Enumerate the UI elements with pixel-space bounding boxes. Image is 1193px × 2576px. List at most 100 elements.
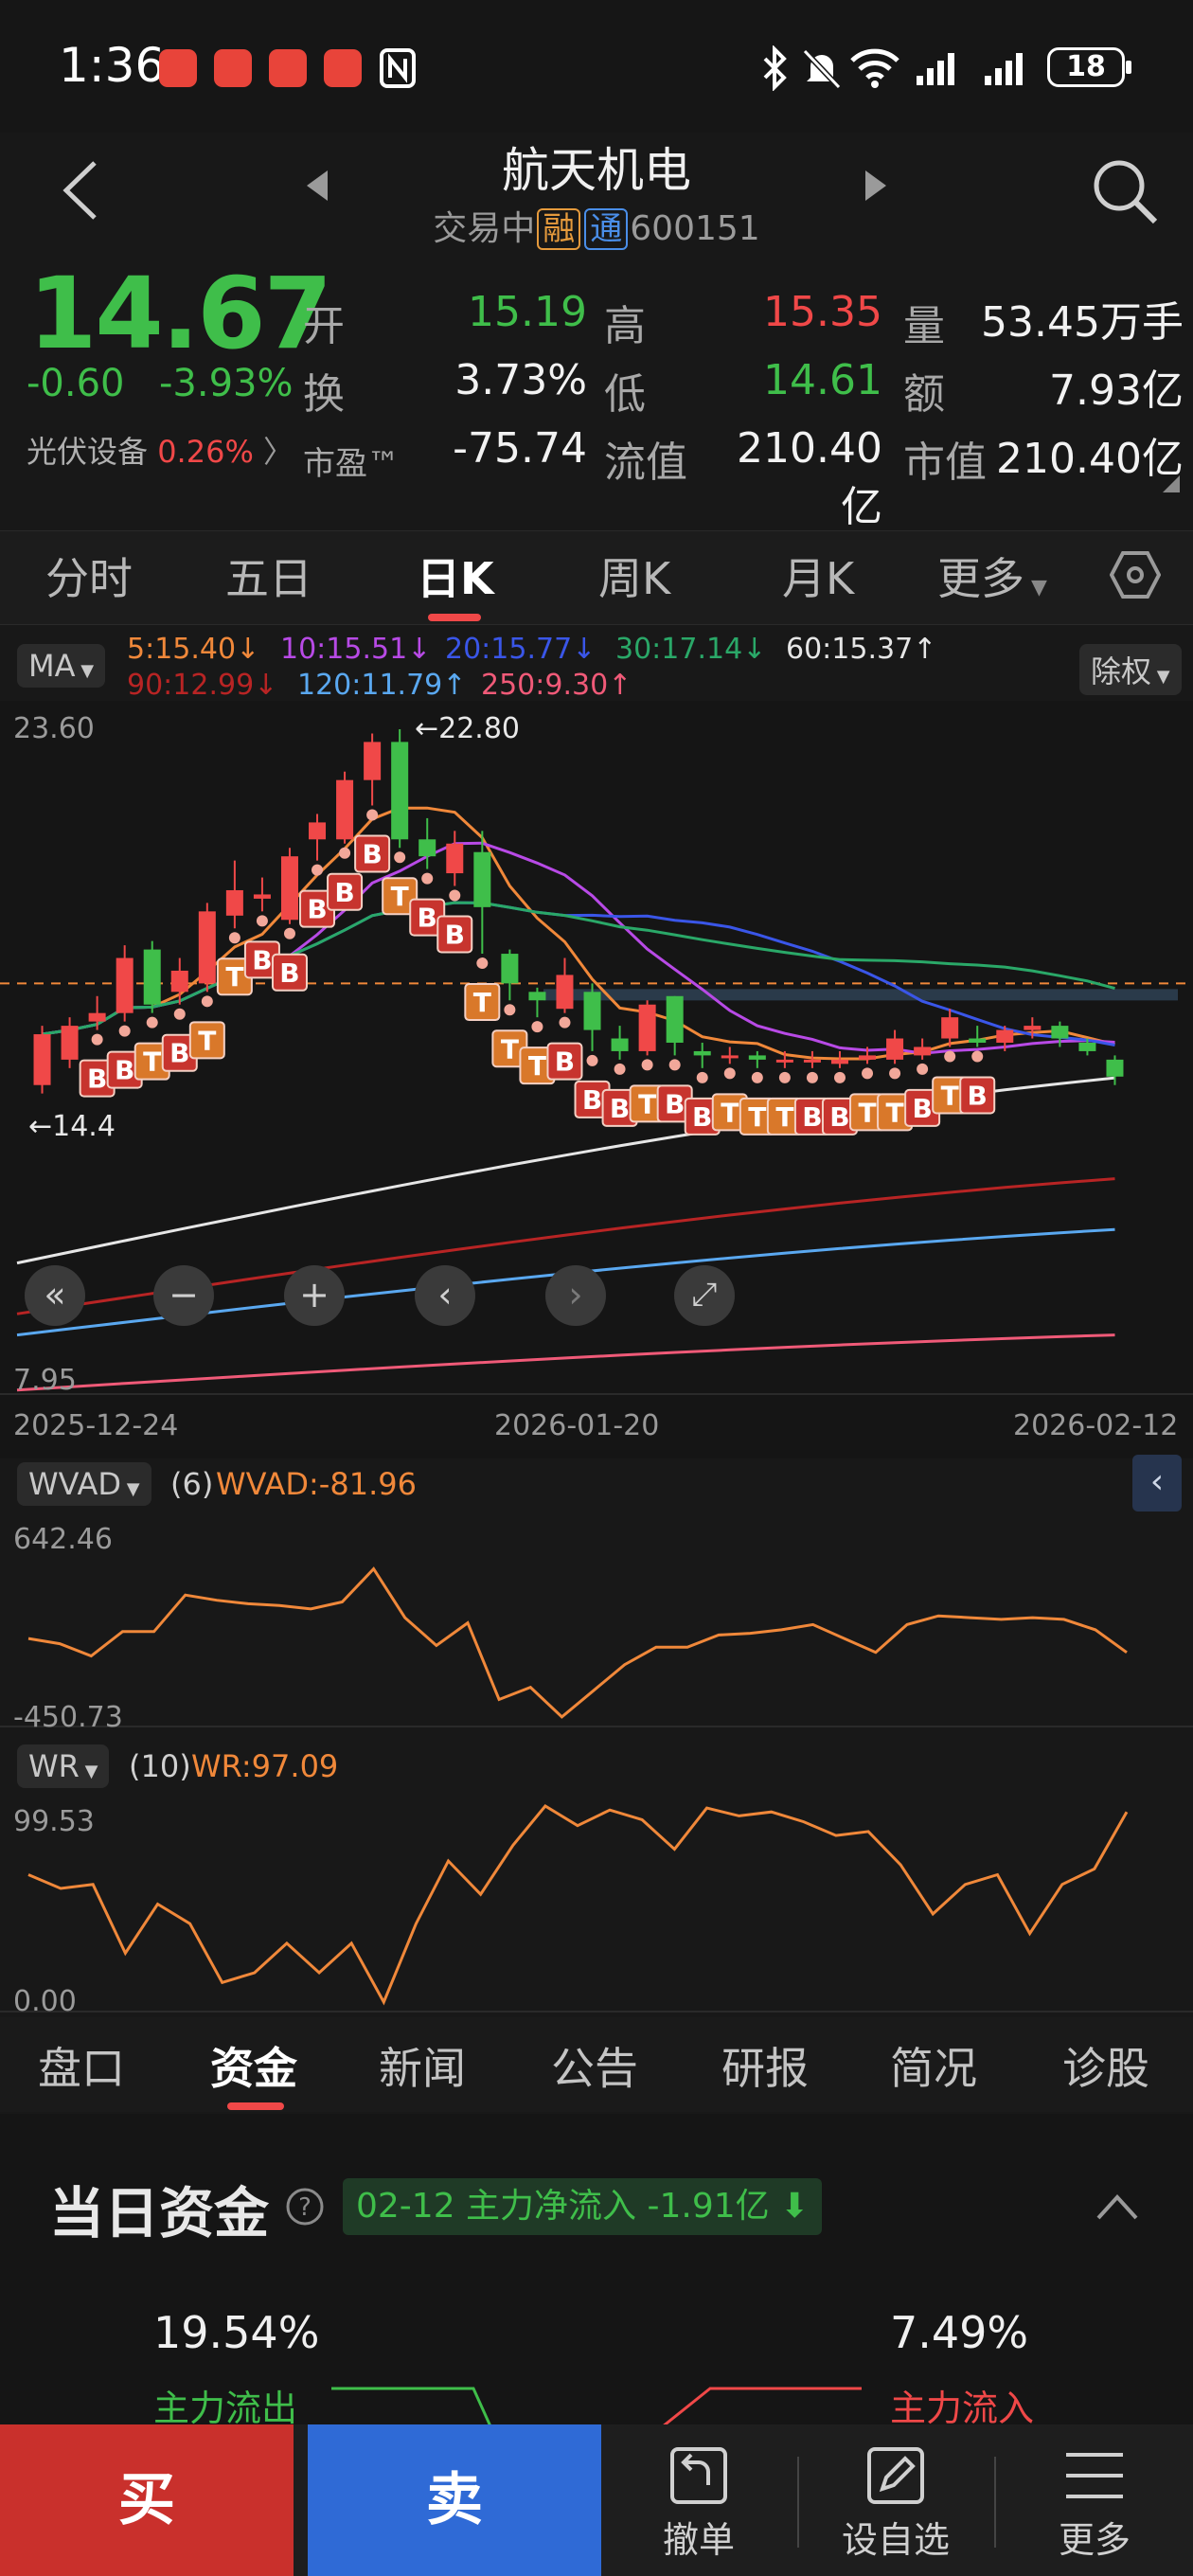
- more-menu-button[interactable]: 更多: [1000, 2424, 1189, 2576]
- ma250-label: 250:9.30: [481, 669, 609, 702]
- take-profit-marker-label: T: [143, 1046, 161, 1078]
- tab-order-book[interactable]: 盘口: [38, 2034, 125, 2097]
- down-arrow-icon: ⬇: [769, 2187, 810, 2226]
- tab-more[interactable]: 更多 ▼: [937, 545, 1047, 607]
- zoom-out-button[interactable]: −: [153, 1265, 214, 1326]
- battery-indicator: 18: [1047, 47, 1131, 87]
- chevron-right-icon: 〉: [263, 434, 294, 470]
- capital-title: 当日资金: [49, 2181, 270, 2245]
- signal-dot: [118, 1025, 131, 1037]
- buy-marker-label: B: [334, 877, 354, 908]
- volume-profile-band: [543, 989, 1178, 1001]
- take-profit-marker-label: T: [886, 1097, 904, 1128]
- signal-dot: [723, 1067, 736, 1080]
- buy-marker-label: B: [802, 1101, 822, 1133]
- take-profit-marker-label: T: [225, 961, 243, 993]
- scroll-left-button[interactable]: ‹: [415, 1265, 475, 1326]
- fullscreen-button[interactable]: ⤢: [674, 1265, 735, 1326]
- undo-icon: [670, 2447, 727, 2504]
- signal-dot: [668, 1059, 681, 1071]
- help-icon[interactable]: ?: [284, 2186, 326, 2227]
- wvad-axis-max: 642.46: [13, 1523, 113, 1556]
- tab-more-label: 更多: [937, 553, 1024, 604]
- ma120-value: 120:11.79↑: [297, 669, 467, 702]
- ma-selector[interactable]: MA ▼: [17, 644, 106, 688]
- signal-dot: [91, 1033, 103, 1046]
- tab-profile[interactable]: 简况: [890, 2034, 977, 2097]
- candle-up: [1024, 1026, 1042, 1030]
- kline-chart[interactable]: B B T B TTB BBBBTBBTTT BB B T B B T T T B B T T B T B: [0, 701, 1193, 1458]
- tab-capital[interactable]: 资金: [210, 2034, 297, 2097]
- amount-value: 7.93亿: [1049, 367, 1184, 415]
- tab-diagnosis[interactable]: 诊股: [1062, 2034, 1149, 2097]
- price-change-pct: -3.93%: [159, 362, 294, 405]
- scroll-start-button[interactable]: «: [25, 1265, 85, 1326]
- buy-marker-label: B: [610, 1093, 630, 1124]
- candle-up: [33, 1034, 51, 1085]
- tab-weekly-k[interactable]: 周K: [598, 545, 670, 607]
- zoom-in-button[interactable]: +: [284, 1265, 345, 1326]
- wvad-selector[interactable]: WVAD ▼: [17, 1462, 151, 1506]
- signal-dot: [778, 1071, 791, 1083]
- ma-selector-label: MA: [28, 648, 76, 684]
- candle-up: [61, 1026, 79, 1060]
- tab-news[interactable]: 新闻: [379, 2034, 466, 2097]
- candle-up: [859, 1055, 877, 1060]
- signal-dot: [339, 847, 351, 859]
- inflow-label: 主力流入: [890, 2388, 1035, 2429]
- expand-corner-icon[interactable]: [1163, 475, 1180, 492]
- wvad-axis-min: -450.73: [13, 1701, 123, 1734]
- signal-dot: [228, 932, 240, 944]
- buy-marker-label: B: [252, 944, 272, 975]
- ma10-label: 10:15.51: [280, 633, 408, 666]
- x-tick-end: 2026-02-12: [1013, 1409, 1179, 1442]
- wifi-icon: [850, 48, 899, 88]
- next-stock-icon[interactable]: [862, 169, 888, 203]
- float-cap-label: 流值: [604, 438, 687, 487]
- candle-down: [1051, 1026, 1069, 1039]
- tab-monthly-k[interactable]: 月K: [782, 545, 854, 607]
- add-watchlist-button[interactable]: 设自选: [801, 2424, 990, 2576]
- signal-dot: [312, 864, 324, 876]
- notification-message-icon: [324, 49, 362, 87]
- tab-daily-k[interactable]: 日K: [417, 545, 494, 607]
- candle-up: [198, 911, 216, 984]
- collapse-chevron-icon[interactable]: [1095, 2190, 1140, 2224]
- signal-dot: [696, 1071, 708, 1083]
- low-label: 低: [604, 370, 646, 419]
- buy-marker-label: B: [582, 1084, 602, 1116]
- candle-up: [309, 822, 327, 840]
- signal-dot: [146, 1016, 158, 1029]
- sector-link[interactable]: 光伏设备 0.26% 〉: [27, 428, 294, 472]
- buy-marker-label: B: [555, 1046, 575, 1078]
- search-icon[interactable]: [1089, 155, 1161, 227]
- tab-intraday[interactable]: 分时: [45, 545, 133, 607]
- adjust-selector[interactable]: 除权 ▼: [1079, 644, 1182, 695]
- sector-pct: 0.26%: [157, 434, 254, 470]
- signal-dot: [944, 1050, 956, 1063]
- prev-stock-icon[interactable]: [305, 169, 331, 203]
- take-profit-marker-label: T: [941, 1080, 959, 1111]
- back-arrow-icon[interactable]: [59, 157, 102, 224]
- tab-announcements[interactable]: 公告: [551, 2034, 638, 2097]
- notification-alert-icon: [269, 49, 307, 87]
- sell-button[interactable]: 卖: [308, 2424, 601, 2576]
- candle-down: [143, 949, 161, 1005]
- wr-selector[interactable]: WR ▼: [17, 1744, 110, 1788]
- tab-research[interactable]: 研报: [721, 2034, 809, 2097]
- cancel-order-button[interactable]: 撤单: [604, 2424, 793, 2576]
- wr-chart: [0, 1796, 1193, 2013]
- candle-up: [996, 1029, 1014, 1043]
- collapse-panel-button[interactable]: ‹: [1132, 1455, 1182, 1512]
- wr-axis-min: 0.00: [13, 1985, 77, 2018]
- scroll-right-button[interactable]: ›: [545, 1265, 606, 1326]
- signal-dot: [173, 1008, 186, 1020]
- candle-up: [88, 1012, 106, 1022]
- candle-up: [253, 894, 271, 899]
- settings-hexagon-icon[interactable]: [1110, 549, 1161, 600]
- caret-down-icon: ▼: [79, 1762, 98, 1781]
- tab-five-day[interactable]: 五日: [225, 545, 312, 607]
- signal-dot: [641, 1059, 653, 1071]
- buy-button[interactable]: 买: [0, 2424, 294, 2576]
- buy-marker-label: B: [445, 919, 465, 950]
